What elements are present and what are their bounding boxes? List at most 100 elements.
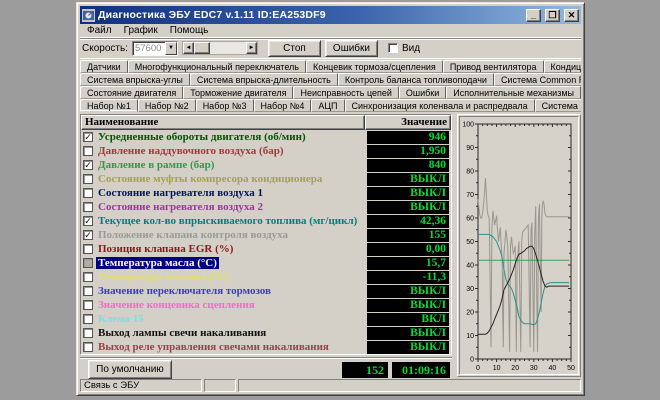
table-row[interactable]: ✓Давление в рампе (бар)840: [81, 158, 451, 172]
tab-кондиционер[interactable]: Кондиционер: [544, 60, 581, 73]
table-row[interactable]: Состояние муфты компресора кондиционераВ…: [81, 172, 451, 186]
tab-система-впрыска-длительность[interactable]: Система впрыска-длительность: [190, 73, 338, 86]
tab-исполнительные-механизмы[interactable]: Исполнительные механизмы: [446, 86, 581, 99]
menu-help[interactable]: Помощь: [164, 24, 215, 37]
speed-scrollbar[interactable]: ◄ ►: [182, 41, 258, 55]
minimize-button[interactable]: _: [526, 9, 541, 22]
row-checkbox[interactable]: ✓: [83, 160, 93, 170]
table-row[interactable]: Выход реле управления свечами накаливани…: [81, 340, 451, 354]
parameter-label[interactable]: Положение клапана контроля воздуха: [96, 229, 367, 242]
row-checkbox[interactable]: ✓: [83, 216, 93, 226]
table-row[interactable]: Значение концевика сцепленияВЫКЛ: [81, 298, 451, 312]
parameter-label[interactable]: Состояние нагревателя воздуха 2: [96, 201, 367, 214]
svg-text:30: 30: [530, 365, 538, 372]
speed-combobox[interactable]: 57600 ▼: [132, 41, 178, 56]
parameter-value: 946: [367, 131, 449, 144]
tab-многофункциональный-переключатель[interactable]: Многофункциональный переключатель: [128, 60, 306, 73]
view-checkbox-label: Вид: [402, 43, 420, 54]
errors-button[interactable]: Ошибки: [325, 40, 378, 57]
table-row[interactable]: Температура топлива (°C)-11,3: [81, 270, 451, 284]
svg-text:90: 90: [466, 145, 474, 152]
speed-value: 57600: [133, 42, 165, 55]
tab-набор-№2[interactable]: Набор №2: [138, 99, 196, 112]
table-row[interactable]: Выход лампы свечи накаливанияВЫКЛ: [81, 326, 451, 340]
close-button[interactable]: ✕: [564, 9, 579, 22]
parameters-pane: Наименование Значение ✓Усредненные оборо…: [80, 114, 452, 377]
tab-состояние-двигателя[interactable]: Состояние двигателя: [80, 86, 183, 99]
menu-graph[interactable]: График: [118, 24, 164, 37]
table-row[interactable]: Состояние нагревателя воздуха 2ВЫКЛ: [81, 200, 451, 214]
maximize-button[interactable]: ❐: [545, 9, 560, 22]
table-row[interactable]: Клема 15ВКЛ: [81, 312, 451, 326]
parameter-label[interactable]: Значение переключателя тормозов: [96, 285, 367, 298]
table-row[interactable]: ✓Усредненные обороты двигателя (об/мин)9…: [81, 130, 451, 144]
row-checkbox[interactable]: [83, 188, 93, 198]
row-checkbox[interactable]: [83, 314, 93, 324]
scroll-right-icon[interactable]: ►: [246, 42, 257, 54]
tab-датчики[interactable]: Датчики: [80, 60, 128, 73]
tab-привод-вентилятора[interactable]: Привод вентилятора: [443, 60, 544, 73]
tab-система-впрыска-углы[interactable]: Система впрыска-углы: [80, 73, 190, 86]
parameter-label[interactable]: Позиция клапана EGR (%): [96, 243, 367, 256]
tab-набор-№4[interactable]: Набор №4: [254, 99, 312, 112]
column-header-name[interactable]: Наименование: [81, 115, 365, 130]
parameter-value: ВЫКЛ: [367, 341, 449, 354]
parameter-label[interactable]: Температура масла (°C): [96, 257, 367, 270]
tab-торможение-двигателя[interactable]: Торможение двигателя: [183, 86, 293, 99]
tab-набор-№3[interactable]: Набор №3: [196, 99, 254, 112]
view-checkbox[interactable]: [388, 43, 398, 53]
tab-синхронизация-коленвала-и-распредвала[interactable]: Синхронизация коленвала и распредвала: [345, 99, 535, 112]
table-row[interactable]: Состояние нагревателя воздуха 1ВЫКЛ: [81, 186, 451, 200]
default-button[interactable]: По умолчанию: [88, 360, 172, 379]
line-chart: 010203040506070809010001020304050: [460, 117, 578, 374]
parameter-label[interactable]: Состояние муфты компресора кондиционера: [96, 173, 367, 186]
row-checkbox[interactable]: [83, 300, 93, 310]
parameter-label[interactable]: Выход реле управления свечами накаливани…: [96, 341, 367, 354]
parameter-label[interactable]: Клема 15: [96, 313, 367, 326]
parameter-value: ВЫКЛ: [367, 327, 449, 340]
row-checkbox[interactable]: [83, 174, 93, 184]
tab-контроль-баланса-топливоподачи[interactable]: Контроль баланса топливоподачи: [338, 73, 494, 86]
parameter-label[interactable]: Выход лампы свечи накаливания: [96, 327, 367, 340]
stop-button[interactable]: Стоп: [268, 40, 321, 57]
row-checkbox[interactable]: [83, 146, 93, 156]
menu-file[interactable]: Файл: [81, 24, 118, 37]
parameter-label[interactable]: Текущее кол-во впрыскиваемого топлива (м…: [96, 215, 367, 228]
row-checkbox[interactable]: [83, 286, 93, 296]
table-row[interactable]: Давление наддувочного воздуха (бар)1,950: [81, 144, 451, 158]
parameter-label[interactable]: Значение концевика сцепления: [96, 299, 367, 312]
row-checkbox[interactable]: [83, 328, 93, 338]
row-checkbox[interactable]: ✓: [83, 230, 93, 240]
row-checkbox[interactable]: [83, 202, 93, 212]
scrollbar-thumb[interactable]: [194, 42, 210, 54]
parameter-value: 840: [367, 159, 449, 172]
column-header-value[interactable]: Значение: [365, 115, 451, 130]
row-checkbox[interactable]: [83, 272, 93, 282]
table-row[interactable]: ✓Текущее кол-во впрыскиваемого топлива (…: [81, 214, 451, 228]
parameter-label[interactable]: Давление в рампе (бар): [96, 159, 367, 172]
parameter-label[interactable]: Давление наддувочного воздуха (бар): [96, 145, 367, 158]
tab-ошибки[interactable]: Ошибки: [399, 86, 446, 99]
tab-система-common-rail[interactable]: Система Common Rail: [494, 73, 581, 86]
tab-набор-№1[interactable]: Набор №1: [80, 99, 138, 112]
tab-система-впрыска-количество[interactable]: Система впрыска-количество: [535, 99, 581, 112]
tab-концевик-тормоза-сцепления[interactable]: Концевик тормоза/сцепления: [306, 60, 443, 73]
speed-label: Скорость:: [82, 43, 128, 54]
table-row[interactable]: Значение переключателя тормозовВЫКЛ: [81, 284, 451, 298]
table-row[interactable]: ✓Положение клапана контроля воздуха155: [81, 228, 451, 242]
parameter-label[interactable]: Температура топлива (°C): [96, 271, 367, 284]
parameter-value: -11,3: [367, 271, 449, 284]
tab-ацп[interactable]: АЦП: [311, 99, 344, 112]
table-row[interactable]: Температура масла (°C)15,7: [81, 256, 451, 270]
table-row[interactable]: Позиция клапана EGR (%)0,00: [81, 242, 451, 256]
row-checkbox[interactable]: ✓: [83, 132, 93, 142]
parameter-label[interactable]: Усредненные обороты двигателя (об/мин): [96, 131, 367, 144]
title-bar[interactable]: Диагностика ЭБУ EDC7 v.1.11 ID:EA253DF9 …: [80, 6, 581, 24]
scroll-left-icon[interactable]: ◄: [183, 42, 194, 54]
tab-неисправность-цепей[interactable]: Неисправность цепей: [293, 86, 398, 99]
parameter-label[interactable]: Состояние нагревателя воздуха 1: [96, 187, 367, 200]
row-checkbox[interactable]: [83, 342, 93, 352]
chevron-down-icon[interactable]: ▼: [165, 42, 177, 55]
row-checkbox[interactable]: [83, 244, 93, 254]
row-checkbox[interactable]: [83, 258, 93, 268]
